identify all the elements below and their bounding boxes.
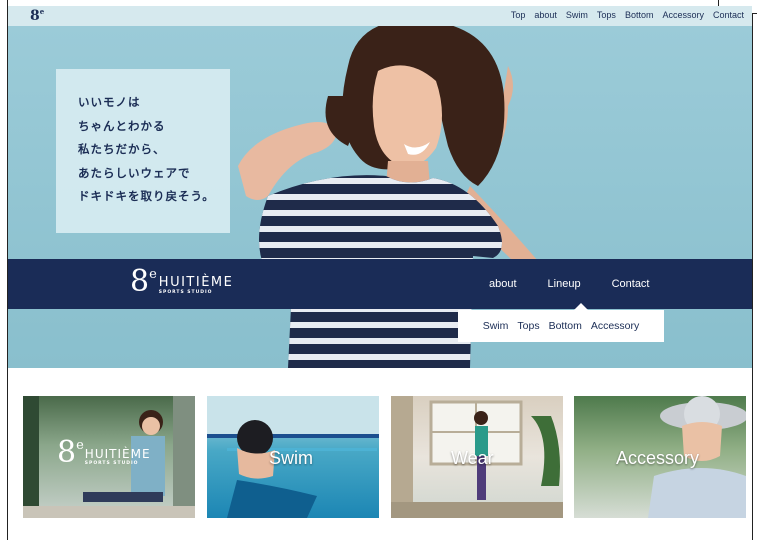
main-nav-contact[interactable]: Contact [612, 278, 650, 290]
frame-right-line [752, 0, 753, 540]
main-nav: about Lineup Contact [489, 278, 650, 290]
brand-text: HUITIÈME SPORTS STUDIO [158, 275, 234, 296]
main-nav-about[interactable]: about [489, 278, 517, 290]
top-nav-tops[interactable]: Tops [597, 10, 616, 20]
thumbnail-brand-numeral: 8 [57, 435, 77, 470]
top-nav-bottom[interactable]: Bottom [625, 10, 654, 20]
logo-numeral: 8 [30, 8, 40, 24]
dropdown-item-bottom[interactable]: Bottom [549, 320, 582, 332]
thumbnail-brand-superscript: e [76, 438, 84, 453]
top-nav-about[interactable]: about [534, 10, 557, 20]
hero-banner: いいモノは ちゃんとわかる 私たちだから、 あたらしいウェアで ドキドキを取り戻… [8, 26, 752, 368]
catch-copy-box: いいモノは ちゃんとわかる 私たちだから、 あたらしいウェアで ドキドキを取り戻… [56, 69, 230, 233]
brand-subtitle: SPORTS STUDIO [158, 290, 213, 295]
dropdown-item-swim[interactable]: Swim [483, 320, 509, 332]
site-logo[interactable]: 8e [30, 7, 44, 24]
top-nav-swim[interactable]: Swim [566, 10, 588, 20]
catch-line-3: 私たちだから、 [78, 142, 166, 156]
catch-line-5: ドキドキを取り戻そう。 [78, 189, 215, 203]
page: 8e Top about Swim Tops Bottom Accessory … [0, 0, 757, 540]
dropdown-item-accessory[interactable]: Accessory [591, 320, 639, 332]
top-nav: Top about Swim Tops Bottom Accessory Con… [511, 10, 744, 20]
brand-logo[interactable]: 8 e HUITIÈME SPORTS STUDIO [130, 267, 233, 297]
dropdown-caret [574, 303, 588, 310]
brand-name: HUITIÈME [158, 275, 234, 290]
catch-line-1: いいモノは [78, 95, 141, 109]
top-nav-accessory[interactable]: Accessory [662, 10, 704, 20]
thumbnail-swim[interactable]: Swim [207, 396, 379, 518]
dropdown-item-tops[interactable]: Tops [517, 320, 539, 332]
brand-nav-band: 8 e HUITIÈME SPORTS STUDIO about Lineup … [8, 259, 752, 309]
catch-line-2: ちゃんとわかる [78, 118, 166, 133]
thumbnail-accessory[interactable]: Accessory [574, 396, 746, 518]
catch-line-4: あたらしいウェアで [78, 165, 191, 180]
brand-numeral: 8 [130, 264, 150, 299]
brand-superscript: e [149, 267, 157, 282]
main-nav-lineup[interactable]: Lineup [548, 278, 581, 290]
top-nav-contact[interactable]: Contact [713, 10, 744, 20]
thumbnail-wear[interactable]: Wear [391, 396, 563, 518]
thumbnail-brand-logo: 8 e HUITIÈME SPORTS STUDIO [57, 438, 151, 468]
thumbnail-brand[interactable]: 8 e HUITIÈME SPORTS STUDIO [23, 396, 195, 518]
thumbnail-brand-name: HUITIÈME [84, 447, 151, 461]
lineup-dropdown: Swim Tops Bottom Accessory [458, 310, 664, 342]
thumbnail-wear-label: Wear [451, 448, 494, 468]
top-bar: 8e Top about Swim Tops Bottom Accessory … [8, 6, 752, 26]
thumbnail-accessory-label: Accessory [616, 448, 700, 468]
top-nav-top[interactable]: Top [511, 10, 526, 20]
thumbnail-swim-label: Swim [269, 448, 313, 468]
thumbnail-brand-subtitle: SPORTS STUDIO [84, 461, 139, 466]
logo-superscript: e [39, 7, 45, 16]
